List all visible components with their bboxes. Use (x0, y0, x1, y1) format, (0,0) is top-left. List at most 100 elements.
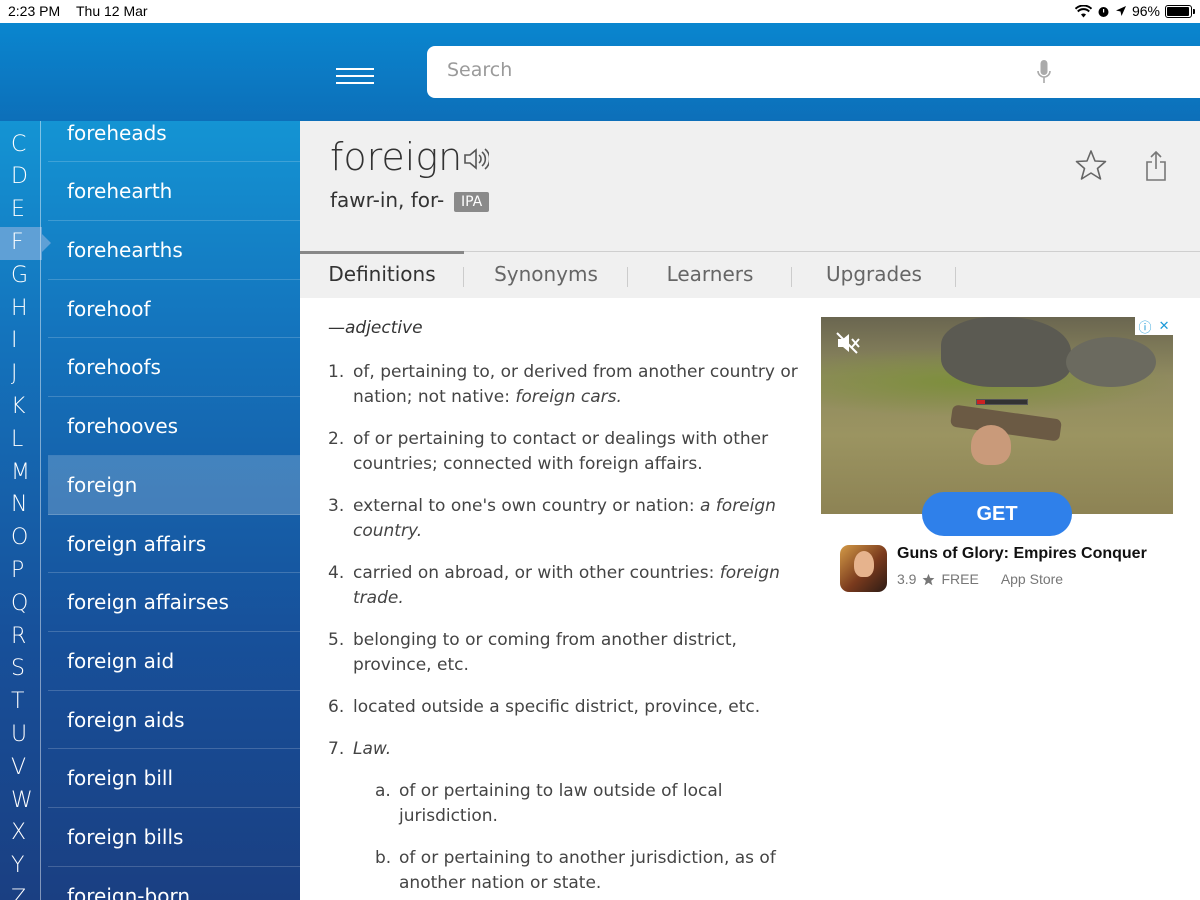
ad-get-button[interactable]: GET (922, 492, 1072, 536)
alphabet-letter-y[interactable]: Y (0, 850, 42, 883)
word-list-item[interactable]: forehoof (48, 280, 300, 339)
alphabet-letter-v[interactable]: V (0, 752, 42, 785)
word-list-item[interactable]: foreign aid (48, 632, 300, 691)
share-icon[interactable] (1145, 151, 1167, 181)
word-list-item[interactable]: foreign aids (48, 691, 300, 750)
definition-text: belonging to or coming from another dist… (353, 628, 798, 678)
word-list-item[interactable]: foreign-born (48, 867, 300, 900)
speaker-icon[interactable] (463, 147, 489, 171)
alphabet-letter-d[interactable]: D (0, 161, 42, 194)
definition-body: located outside a specific district, pro… (353, 697, 761, 717)
ad-close-icon[interactable]: ✕ (1159, 318, 1170, 334)
subdefinition-list: a. of or pertaining to law outside of loc… (375, 779, 798, 896)
definition-body: of or pertaining to contact or dealings … (353, 429, 769, 474)
alphabet-letter-h[interactable]: H (0, 293, 42, 326)
alphabet-index: ABCDEFGHIJKLMNOPQRSTUVWXYZ (0, 63, 51, 900)
part-of-speech: —adjective (328, 318, 423, 338)
ad-info-badge[interactable]: ⓘ ✕ (1135, 317, 1173, 335)
alphabet-letter-j[interactable]: J (0, 358, 42, 391)
subdefinition-text: of or pertaining to another jurisdiction… (399, 848, 776, 893)
word-list-item[interactable]: forehoofs (48, 338, 300, 398)
favorite-star-icon[interactable] (1075, 149, 1107, 181)
ad-scene-healthbar (976, 399, 1028, 405)
search-bar[interactable] (427, 46, 1200, 98)
subdefinition-item: b. of or pertaining to another jurisdicti… (375, 846, 795, 896)
alphabet-letter-e[interactable]: E (0, 194, 42, 227)
definition-example: foreign cars. (515, 387, 622, 407)
status-icons: 96% (1074, 3, 1195, 19)
ad-app-icon[interactable] (840, 545, 887, 592)
alphabet-letter-g[interactable]: G (0, 260, 42, 293)
search-input[interactable] (447, 59, 1007, 81)
definition-item: 4. carried on abroad, or with other count… (328, 561, 798, 611)
definition-body: carried on abroad, or with other countri… (353, 563, 720, 583)
word-list-item[interactable]: foreign bills (48, 808, 300, 867)
definition-item: 1. of, pertaining to, or derived from ano… (328, 360, 798, 410)
definition-item: 3. external to one's own country or natio… (328, 494, 798, 544)
definition-item: 7. Law. (328, 737, 798, 762)
status-date: Thu 12 Mar (76, 3, 148, 19)
alphabet-divider (40, 68, 41, 900)
ad-app-title[interactable]: Guns of Glory: Empires Conquer (897, 545, 1147, 563)
definition-body: external to one's own country or nation: (353, 496, 700, 516)
word-list-item[interactable]: foreign (48, 455, 300, 515)
alphabet-letter-w[interactable]: W (0, 785, 42, 818)
ad-video[interactable]: ⓘ ✕ (821, 317, 1173, 514)
word-list-item[interactable]: foreign affairses (48, 573, 300, 632)
alphabet-letter-z[interactable]: Z (0, 883, 42, 900)
alphabet-letter-n[interactable]: N (0, 489, 42, 522)
headword: foreign (330, 135, 463, 179)
location-arrow-icon (1115, 6, 1126, 16)
definition-number: 5. (328, 630, 345, 650)
alphabet-letter-u[interactable]: U (0, 719, 42, 752)
word-list: foreheadforeheadsforehearthforehearthsfo… (48, 45, 300, 900)
word-list-item[interactable]: forehearth (48, 162, 300, 222)
alphabet-letter-l[interactable]: L (0, 424, 42, 457)
definition-item: 2. of or pertaining to contact or dealing… (328, 427, 798, 477)
subdefinition-letter: a. (375, 781, 391, 801)
tab-separator (955, 267, 956, 287)
tab-definitions[interactable]: Definitions (300, 251, 464, 298)
definition-list: 1. of, pertaining to, or derived from ano… (328, 360, 798, 900)
alphabet-letter-o[interactable]: O (0, 522, 42, 555)
alphabet-letter-t[interactable]: T (0, 686, 42, 719)
microphone-icon[interactable] (1037, 60, 1051, 86)
alphabet-letter-k[interactable]: K (0, 391, 42, 424)
ad-info-icon[interactable]: ⓘ (1139, 317, 1152, 336)
battery-icon (1165, 4, 1195, 18)
pronunciation: fawr-in, for- (330, 188, 445, 212)
alphabet-letter-i[interactable]: I (0, 325, 42, 358)
alphabet-letter-f[interactable]: F (0, 226, 51, 260)
tab-upgrades[interactable]: Upgrades (792, 252, 956, 298)
subdefinition-text: of or pertaining to law outside of local… (399, 781, 723, 826)
definition-item: 5. belonging to or coming from another di… (328, 628, 798, 678)
alphabet-letter-s[interactable]: S (0, 653, 42, 686)
word-list-item[interactable]: forehooves (48, 397, 300, 456)
status-time: 2:23 PM (8, 3, 61, 19)
tab-synonyms[interactable]: Synonyms (464, 252, 628, 298)
tab-label: Learners (666, 262, 754, 286)
subdefinition-item: a. of or pertaining to law outside of loc… (375, 779, 795, 829)
definition-number: 3. (328, 496, 345, 516)
star-icon (923, 573, 935, 585)
ad-rating: 3.9 (897, 571, 917, 587)
tab-learners[interactable]: Learners (628, 252, 792, 298)
ipa-button[interactable]: IPA (454, 192, 490, 212)
menu-button[interactable] (336, 68, 374, 88)
tab-bar: Definitions Synonyms Learners Upgrades (300, 251, 1200, 298)
alphabet-letter-r[interactable]: R (0, 621, 42, 654)
mute-icon[interactable] (835, 331, 861, 355)
alphabet-letter-c[interactable]: C (0, 129, 42, 162)
word-list-item[interactable]: foreign bill (48, 749, 300, 808)
definition-text: located outside a specific district, pro… (353, 695, 760, 720)
alphabet-letter-q[interactable]: Q (0, 588, 42, 621)
definition-number: 1. (328, 362, 345, 382)
battery-percent: 96% (1131, 3, 1160, 19)
word-list-item[interactable]: foreign affairs (48, 515, 300, 574)
word-list-item[interactable]: forehearths (48, 221, 300, 280)
alphabet-letter-x[interactable]: X (0, 817, 42, 850)
alphabet-letter-m[interactable]: M (0, 457, 42, 490)
definition-number: 6. (328, 697, 345, 717)
entry-header: foreign fawr-in, for- IPA (300, 121, 1200, 251)
alphabet-letter-p[interactable]: P (0, 555, 42, 588)
